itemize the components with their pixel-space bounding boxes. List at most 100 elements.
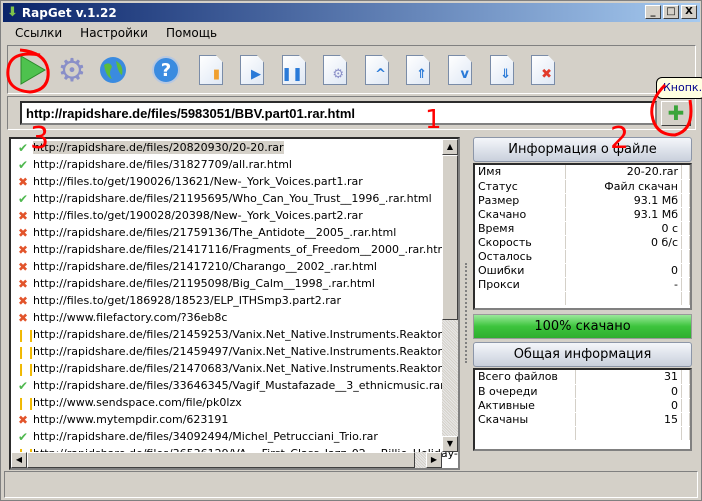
url-input[interactable]: http://rapidshare.de/files/5983051/BBV.p…: [20, 101, 657, 125]
info-value: 0: [575, 384, 682, 399]
paste-button[interactable]: ▮: [193, 52, 229, 88]
proxy-button[interactable]: [95, 52, 131, 88]
info-label: Прокси: [475, 277, 566, 292]
toolbar: ⚙ ? ▮ ▶ ❚❚ ⚙ ^ ⇑ v ⇓ ✖: [7, 45, 696, 94]
play-icon: [20, 55, 46, 85]
pause-file-button[interactable]: ❚❚: [276, 52, 312, 88]
scroll-right-button[interactable]: ▶: [426, 452, 442, 468]
link-row[interactable]: ✖ http://rapidshare.de/files/21417210/Cha…: [11, 258, 458, 275]
start-button[interactable]: [14, 52, 50, 88]
link-row[interactable]: ❙❙ http://rapidshare.de/files/21459253/Va…: [11, 326, 458, 343]
info-row: В очереди 0: [475, 384, 690, 399]
link-row[interactable]: ✔ http://rapidshare.de/files/31827709/all…: [11, 156, 458, 173]
panel-splitter[interactable]: [465, 263, 468, 363]
link-row[interactable]: ✖ http://rapidshare.de/files/21759136/The…: [11, 224, 458, 241]
minimize-button[interactable]: _: [645, 5, 661, 19]
horizontal-scrollbar[interactable]: ◀ ▶: [11, 452, 442, 468]
info-label: Осталось: [475, 249, 566, 264]
info-row: Имя 20-20.rar: [475, 165, 690, 180]
help-button[interactable]: ?: [148, 52, 184, 88]
info-row: [475, 291, 690, 306]
link-row[interactable]: ✔ http://rapidshare.de/files/33646345/Vag…: [11, 377, 458, 394]
scroll-left-button[interactable]: ◀: [11, 452, 27, 468]
info-label: Статус: [475, 179, 566, 194]
maximize-button[interactable]: □: [663, 5, 679, 19]
info-row: Скачано 93.1 Мб: [475, 207, 690, 222]
download-progress-bar: 100% скачано: [473, 314, 692, 339]
link-row[interactable]: ✖ http://rapidshare.de/files/21417116/Fra…: [11, 241, 458, 258]
info-label: Скачаны: [475, 412, 576, 427]
status-error-icon: ✖: [17, 208, 29, 223]
link-row[interactable]: ✖ http://files.to/get/190026/13621/New-_Y…: [11, 173, 458, 190]
link-row[interactable]: ✖ http://files.to/get/186928/18523/ELP_IT…: [11, 292, 458, 309]
add-link-button[interactable]: ✚: [661, 101, 691, 126]
delete-button[interactable]: ✖: [525, 52, 561, 88]
move-top-button[interactable]: ⇑: [400, 52, 436, 88]
status-error-icon: ✖: [17, 242, 29, 257]
settings-button[interactable]: ⚙: [54, 51, 90, 89]
status-done-icon: ✔: [17, 429, 29, 444]
close-button[interactable]: X: [681, 5, 697, 19]
status-paused-icon: ❙❙: [16, 361, 37, 376]
start-file-button[interactable]: ▶: [234, 52, 270, 88]
info-row: Всего файлов 31: [475, 370, 690, 385]
info-row: [475, 426, 690, 441]
link-url: http://rapidshare.de/files/21759136/The_…: [33, 226, 397, 239]
info-row: Скачаны 15: [475, 412, 690, 427]
link-row[interactable]: ✖ http://www.filefactory.com/?36eb8c: [11, 309, 458, 326]
move-up-button[interactable]: ^: [359, 52, 395, 88]
menu-links[interactable]: Ссылки: [3, 26, 68, 40]
download-arrow-icon: ⬇: [7, 5, 18, 20]
doc-play-icon: ▶: [240, 55, 264, 85]
status-error-icon: ✖: [17, 310, 29, 325]
info-row: Скорость 0 б/с: [475, 235, 690, 250]
status-error-icon: ✖: [17, 293, 29, 308]
info-value: 93.1 Мб: [565, 193, 682, 208]
status-paused-icon: ❙❙: [16, 344, 37, 359]
link-row[interactable]: ❙❙ http://www.sendspace.com/file/pk0lzx: [11, 394, 458, 411]
menu-settings[interactable]: Настройки: [68, 26, 154, 40]
plus-icon: ✚: [667, 101, 685, 125]
doc-clipboard-icon: ▮: [199, 55, 223, 85]
status-bar: [4, 471, 698, 498]
info-label: Скорость: [475, 235, 566, 250]
link-row[interactable]: ✔ http://rapidshare.de/files/21195695/Who…: [11, 190, 458, 207]
scroll-down-button[interactable]: ▼: [442, 436, 458, 452]
info-row: Прокси -: [475, 277, 690, 292]
menu-help[interactable]: Помощь: [154, 26, 223, 40]
move-bottom-button[interactable]: ⇓: [484, 52, 520, 88]
link-row[interactable]: ✔ http://rapidshare.de/files/34092494/Mic…: [11, 428, 458, 445]
doc-double-up-icon: ⇑: [406, 55, 430, 85]
scroll-up-button[interactable]: ▲: [442, 139, 458, 155]
doc-down-icon: v: [448, 55, 472, 85]
file-info-header[interactable]: Информация о файле: [473, 137, 692, 162]
general-info-header[interactable]: Общая информация: [473, 342, 692, 367]
link-url: http://files.to/get/186928/18523/ELP_ITH…: [33, 294, 342, 307]
globe-icon: [100, 57, 126, 83]
info-value: Файл скачан: [565, 179, 682, 194]
link-row[interactable]: ✖ http://files.to/get/190028/20398/New-_Y…: [11, 207, 458, 224]
horizontal-scroll-thumb[interactable]: [27, 452, 415, 468]
link-row[interactable]: ❙❙ http://rapidshare.de/files/21470683/Va…: [11, 360, 458, 377]
link-row[interactable]: ✖ http://rapidshare.de/files/21195098/Big…: [11, 275, 458, 292]
link-row[interactable]: ❙❙ http://rapidshare.de/files/21459497/Va…: [11, 343, 458, 360]
link-row[interactable]: ✖ http://www.mytempdir.com/623191: [11, 411, 458, 428]
title-bar: ⬇ RapGet v.1.22 _ □ X: [3, 3, 700, 22]
status-done-icon: ✔: [17, 191, 29, 206]
status-paused-icon: ❙❙: [16, 395, 37, 410]
info-label: Размер: [475, 193, 566, 208]
info-value: 93.1 Мб: [565, 207, 682, 222]
info-value: [565, 249, 682, 264]
info-row: Статус Файл скачан: [475, 179, 690, 194]
file-settings-button[interactable]: ⚙: [317, 52, 353, 88]
vertical-scrollbar[interactable]: ▲ ▼: [442, 139, 458, 452]
link-row[interactable]: ✔ http://rapidshare.de/files/20820930/20-…: [11, 139, 458, 156]
links-list[interactable]: ✔ http://rapidshare.de/files/20820930/20-…: [9, 137, 460, 470]
link-url: http://rapidshare.de/files/34092494/Mich…: [33, 430, 378, 443]
info-row: Активные 0: [475, 398, 690, 413]
info-label: Ошибки: [475, 263, 566, 278]
info-label: Время: [475, 221, 566, 236]
move-down-button[interactable]: v: [442, 52, 478, 88]
vertical-scroll-thumb[interactable]: [442, 155, 458, 320]
doc-double-down-icon: ⇓: [490, 55, 514, 85]
